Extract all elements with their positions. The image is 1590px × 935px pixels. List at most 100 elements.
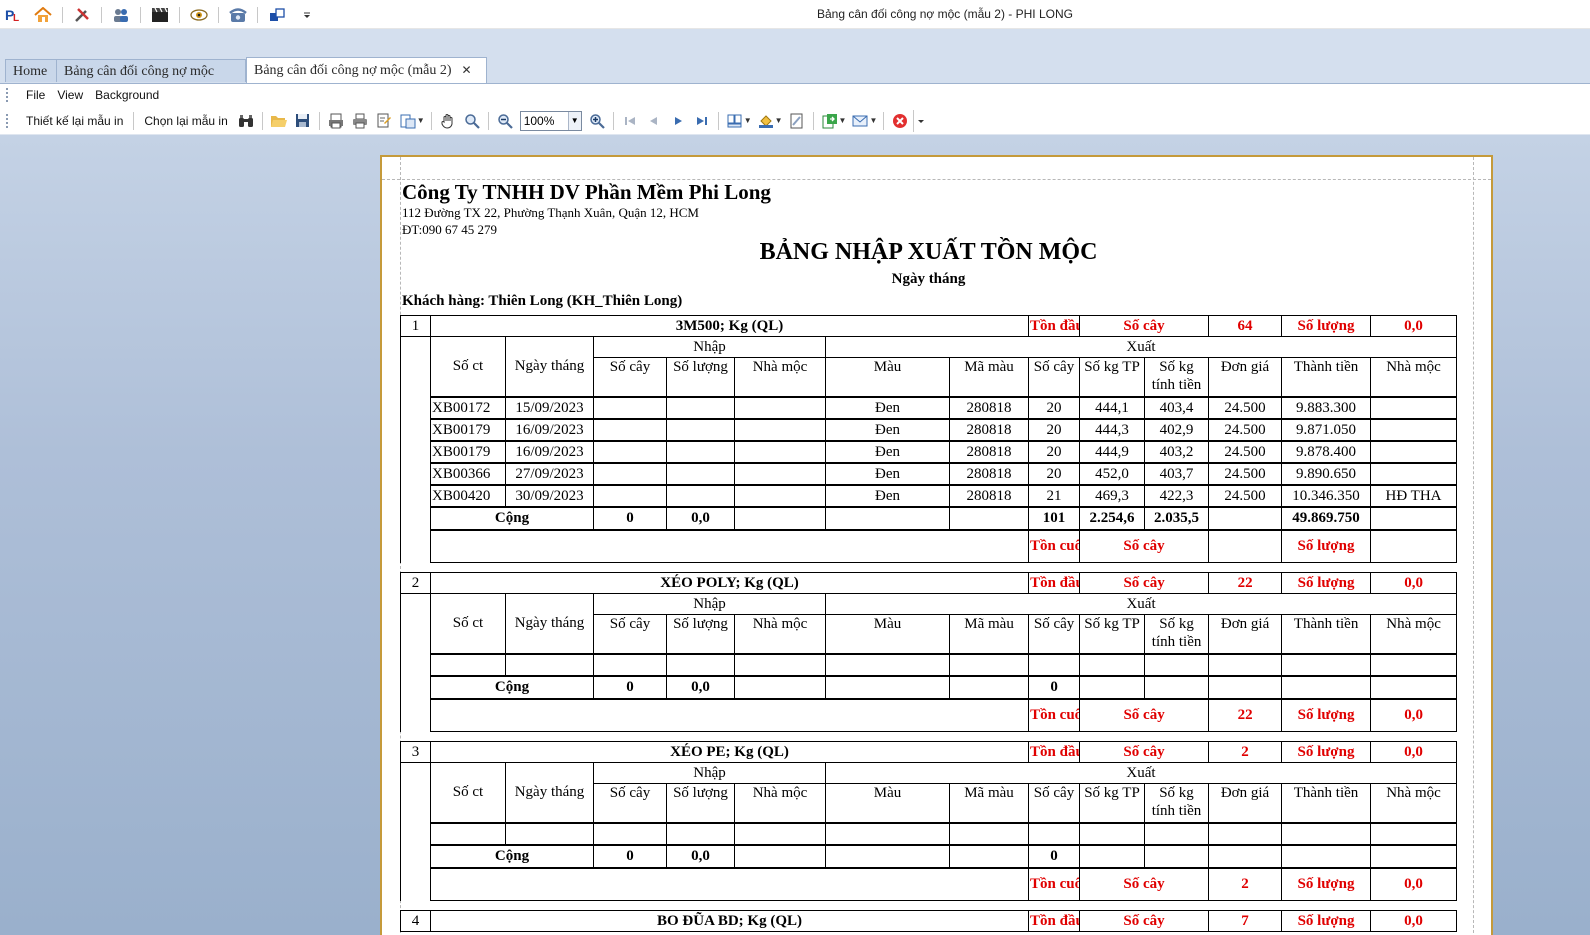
total-color [825,506,950,531]
col-unit-price: Đơn giá [1208,614,1283,655]
company-phone: ĐT:090 67 45 279 [402,222,498,237]
send-email-icon[interactable] [849,110,871,132]
opening-trees-label: Số cây [1079,910,1210,932]
eye-icon[interactable] [188,5,210,25]
dropdown-arrow-icon[interactable]: ▼ [775,116,783,125]
zoom-dropdown-arrow-icon[interactable]: ▼ [567,111,581,130]
last-page-icon[interactable] [691,110,713,132]
export-icon[interactable] [819,110,841,132]
quick-print-icon[interactable] [373,110,395,132]
redesign-template-button[interactable]: Thiết kế lại mẫu in [20,114,129,128]
zoom-in-icon[interactable] [586,110,608,132]
page-layout-icon[interactable] [397,110,419,132]
magnifier-icon[interactable] [461,110,483,132]
first-page-icon[interactable] [619,110,641,132]
separator [487,111,489,130]
menu-file[interactable]: File [20,88,51,102]
product-group-table: 2 XÉO POLY; Kg (QL) Tồn đầu Số cây 22 Số lượn… [400,572,1458,732]
dropdown-arrow-icon[interactable]: ▼ [839,116,847,125]
page-color-icon[interactable] [755,110,777,132]
save-icon[interactable] [292,110,314,132]
separator [257,7,258,23]
close-preview-icon[interactable] [889,110,911,132]
column-group-row: Số ct Ngày tháng Nhập Xuất [400,336,1458,563]
cell-date: 30/09/2023 [505,484,594,508]
separator [179,7,180,23]
cell-out-supplier [1370,418,1458,442]
col-out-trees: Số cây [1028,614,1081,655]
find-binoculars-icon[interactable] [235,110,257,132]
window-switch-icon[interactable] [266,5,288,25]
col-kg-charge-line1: Số kg [1159,359,1194,375]
total-color-code [948,675,1030,700]
home-icon[interactable] [32,5,54,25]
zoom-out-icon[interactable] [494,110,516,132]
zoom-combobox[interactable]: ▼ [519,110,582,131]
report-page: Công Ty TNHH DV Phần Mềm Phi Long 112 Đư… [380,155,1493,935]
cell-out-supplier [1370,396,1458,420]
tab-close-icon[interactable]: ✕ [462,63,472,77]
data-row [401,653,1458,677]
menu-view[interactable]: View [51,88,89,102]
total-unit-price [1208,675,1283,700]
toolbar-overflow-icon[interactable] [913,109,928,132]
cell-kg-tp [1079,653,1146,677]
reselect-template-button[interactable]: Chọn lại mẫu in [138,114,233,128]
cell-in-qty [666,396,735,420]
report-title: BẢNG NHẬP XUẤT TỒN MỘC [759,239,1098,265]
data-row: XB00366 27/09/2023 Đen 280818 20 452,0 403,7 24… [401,462,1458,486]
toolbar-grip[interactable] [6,113,11,128]
tab-cong-no-moc[interactable]: Bảng cân đối công nợ mộc [56,59,246,82]
col-kg-charge-line2: tính tiền [1151,634,1202,650]
export-group-header: Xuất [824,593,1458,615]
previous-page-icon[interactable] [643,110,665,132]
closing-row: Tồn cuốiSố cây22Số lượng0,0 [401,698,1458,732]
total-out-trees: 101 [1028,506,1081,531]
total-in-trees: 0 [593,675,667,700]
quick-access-toolbar: PL [2,4,326,26]
clapper-icon[interactable] [149,5,171,25]
page-setup-icon[interactable] [325,110,347,132]
app-logo-icon[interactable]: PL [2,5,24,25]
phone-icon[interactable] [227,5,249,25]
users-icon[interactable] [110,5,132,25]
dropdown-arrow-icon[interactable]: ▼ [417,116,425,125]
total-in-qty: 0,0 [666,675,735,700]
cell-out-supplier [1370,822,1458,846]
opening-trees-value: 64 [1208,315,1283,337]
total-row: Cộng 0 0,0 0 [401,844,1458,869]
tab-home[interactable]: Home [5,59,57,82]
multiple-pages-icon[interactable] [724,110,746,132]
tab-cong-no-moc-mau-2[interactable]: Bảng cân đối công nợ mộc (mẫu 2) ✕ [246,57,487,83]
export-group-header: Xuất [824,762,1458,784]
total-label: Cộng [430,506,594,531]
customize-dropdown-icon[interactable] [296,5,318,25]
total-kg-charge [1144,675,1210,700]
product-group-table: 3 XÉO PE; Kg (QL) Tồn đầu Số cây 2 Số lượng 0,… [400,741,1458,901]
closing-trees-value [1208,529,1283,563]
print-icon[interactable] [349,110,371,132]
col-date: Ngày tháng [505,336,594,398]
col-amount: Thành tiền [1281,783,1372,824]
zoom-input[interactable] [520,112,568,129]
menu-bar: File View Background [0,84,1590,106]
preview-area[interactable]: Công Ty TNHH DV Phần Mềm Phi Long 112 Đư… [0,135,1590,935]
closing-spacer [429,867,1030,901]
cell-color: Đen [825,396,950,420]
hand-tool-icon[interactable] [437,110,459,132]
dropdown-arrow-icon[interactable]: ▼ [744,116,752,125]
next-page-icon[interactable] [667,110,689,132]
toolbar-grip[interactable] [6,88,11,102]
cell-out-supplier [1370,440,1458,464]
cell-kg-charge: 402,9 [1144,418,1210,442]
cell-in-trees [593,653,667,677]
import-group-header: Nhập [593,336,826,358]
menu-background[interactable]: Background [89,88,165,102]
watermark-icon[interactable] [786,110,808,132]
dropdown-arrow-icon[interactable]: ▼ [869,116,877,125]
open-folder-icon[interactable] [268,110,290,132]
closing-qty-label: Số lượng [1281,698,1372,732]
tools-icon[interactable] [71,5,93,25]
cell-kg-charge: 403,2 [1144,440,1210,464]
data-row: XB00420 30/09/2023 Đen 280818 21 469,3 422,3 24… [401,484,1458,508]
